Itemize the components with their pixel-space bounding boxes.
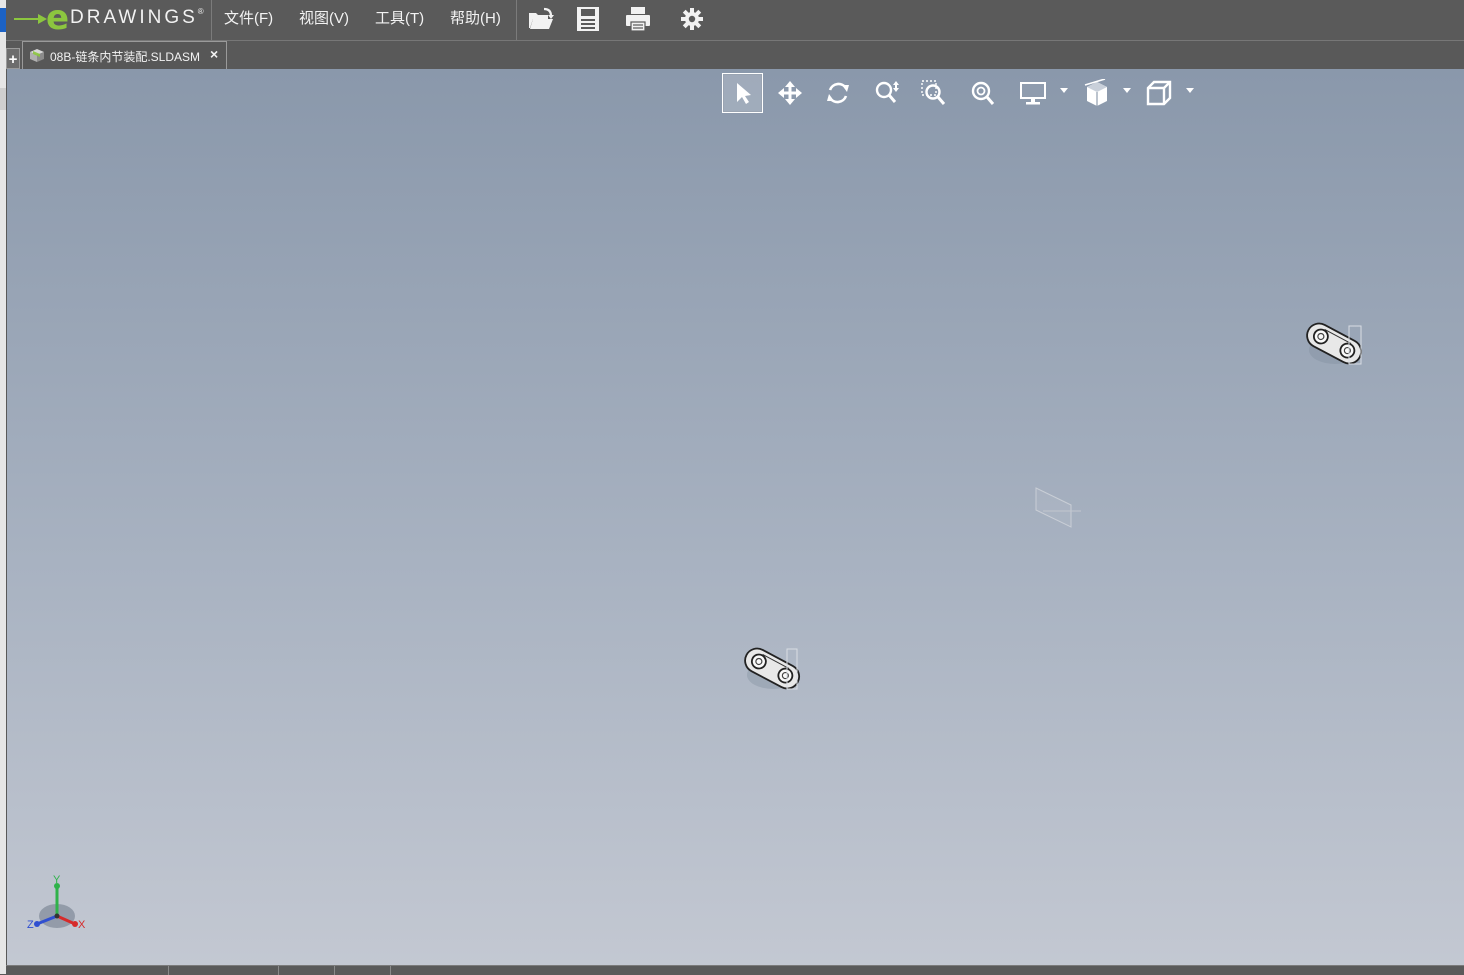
triad-x-label: X: [78, 919, 86, 931]
left-edge-strip: [0, 0, 6, 974]
document-tab[interactable]: 08B-链条内节装配.SLDASM ×: [22, 41, 227, 69]
left-edge-marker: [0, 88, 6, 110]
zoom-to-fit-button[interactable]: [965, 73, 1001, 113]
zoom-to-fit-icon: [971, 81, 995, 105]
title-toolbar: e DRAWINGS® 文件(F) 视图(V) 工具(T) 帮助(H): [6, 0, 1464, 41]
section-view-button[interactable]: [1079, 73, 1115, 113]
print-icon: [626, 7, 650, 32]
save-button[interactable]: [572, 4, 604, 34]
display-style-icon: [1020, 82, 1046, 105]
menu-view[interactable]: 视图(V): [299, 0, 349, 40]
display-style-button[interactable]: [1015, 73, 1051, 113]
display-style-dropdown-icon[interactable]: [1060, 88, 1068, 94]
standard-views-button[interactable]: [1141, 73, 1177, 113]
assembly-document-icon: [30, 49, 44, 62]
toolbar-divider: [211, 0, 212, 40]
select-tool-button[interactable]: [722, 73, 763, 113]
settings-button[interactable]: [676, 4, 708, 34]
new-tab-button[interactable]: +: [6, 48, 20, 69]
rotate-icon: [827, 82, 849, 104]
close-tab-icon[interactable]: ×: [210, 46, 218, 62]
zoom-tool-button[interactable]: [869, 73, 905, 113]
settings-gear-icon: [681, 8, 703, 30]
coordinate-triad: Y Z X: [27, 874, 86, 931]
zoom-to-area-icon: [921, 80, 946, 105]
logo-letter: e: [46, 0, 70, 38]
zoom-icon: [875, 81, 899, 103]
3d-viewport[interactable]: Y Z X: [7, 69, 1464, 965]
triad-y-label: Y: [53, 874, 61, 886]
menu-file[interactable]: 文件(F): [224, 0, 273, 40]
document-tab-bar: + 08B-链条内节装配.SLDASM ×: [6, 41, 1464, 69]
zoom-to-area-button[interactable]: [916, 73, 952, 113]
save-icon: [577, 7, 599, 31]
standard-views-cube-icon: [1146, 80, 1172, 106]
select-arrow-icon: [736, 83, 751, 104]
logo-arrow-icon: [14, 14, 47, 24]
print-button[interactable]: [622, 4, 654, 34]
reference-plane: [1035, 487, 1081, 528]
standard-views-dropdown-icon[interactable]: [1186, 88, 1194, 94]
toolbar-divider: [516, 0, 517, 40]
section-view-dropdown-icon[interactable]: [1123, 88, 1131, 94]
pan-move-icon: [778, 81, 802, 105]
triad-z-label: Z: [27, 919, 34, 931]
chain-link-part-center[interactable]: [743, 643, 803, 695]
section-view-icon: [1084, 79, 1107, 106]
rotate-tool-button[interactable]: [820, 73, 856, 113]
edrawings-logo: e DRAWINGS®: [12, 0, 212, 40]
menu-help[interactable]: 帮助(H): [450, 0, 501, 40]
document-tab-title: 08B-链条内节装配.SLDASM: [50, 50, 201, 64]
logo-registered-mark: ®: [197, 7, 204, 16]
chain-link-part-right[interactable]: [1305, 318, 1365, 370]
logo-word: DRAWINGS: [70, 7, 198, 28]
open-icon: [529, 7, 554, 29]
open-button[interactable]: [525, 4, 557, 34]
pan-tool-button[interactable]: [772, 73, 808, 113]
menu-tools[interactable]: 工具(T): [375, 0, 424, 40]
